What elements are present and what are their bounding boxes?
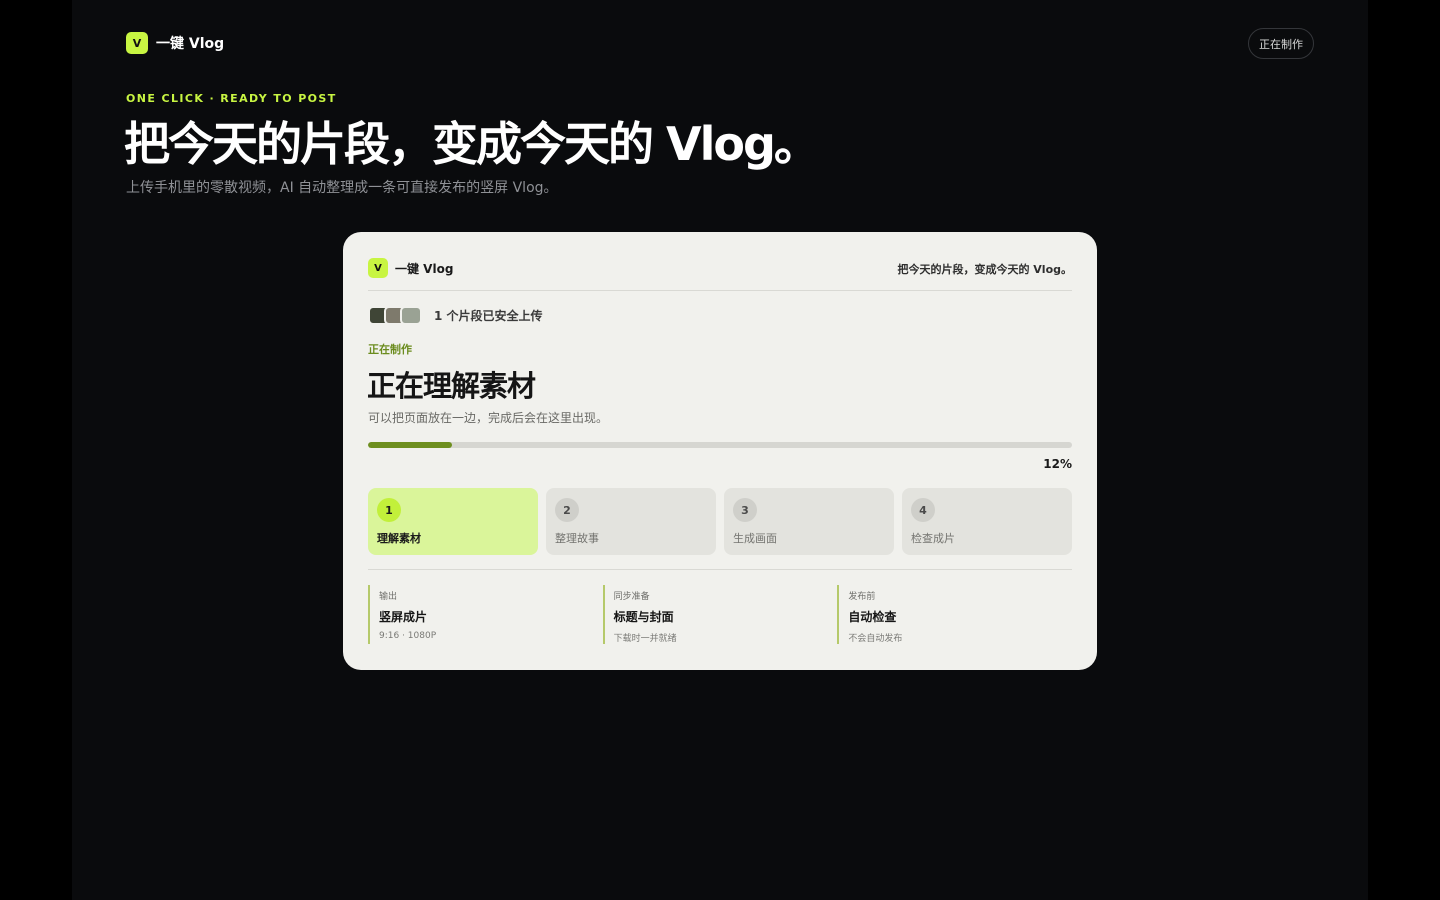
- status-button[interactable]: 正在制作: [1248, 28, 1314, 59]
- page: V 一键 Vlog 正在制作 ONE CLICK · READY TO POST…: [72, 0, 1368, 900]
- info-item-sync: 同步准备 标题与封面 下载时一并就绪: [602, 585, 838, 644]
- step-label: 生成画面: [733, 532, 777, 545]
- upload-text: 1 个片段已安全上传: [434, 309, 543, 323]
- card-tagline: 把今天的片段，变成今天的 Vlog。: [897, 263, 1072, 276]
- card-logo-mark: V: [368, 258, 388, 278]
- info-kicker: 同步准备: [613, 592, 650, 602]
- card-divider: [368, 569, 1072, 570]
- upload-status: 1 个片段已安全上传: [368, 306, 543, 325]
- step-item: 2 整理故事: [546, 488, 716, 555]
- card-header: V 一键 Vlog 把今天的片段，变成今天的 Vlog。: [368, 258, 1072, 280]
- hero-subtitle: 上传手机里的零散视频，AI 自动整理成一条可直接发布的竖屏 Vlog。: [126, 180, 558, 196]
- clip-thumbnails: [368, 306, 422, 325]
- progress-card: V 一键 Vlog 把今天的片段，变成今天的 Vlog。 1 个片段已安全上传 …: [343, 232, 1097, 670]
- card-divider: [368, 290, 1072, 291]
- info-title: 竖屏成片: [379, 610, 428, 624]
- step-list: 1 理解素材 2 整理故事 3 生成画面 4 检查成片: [368, 488, 1072, 555]
- stage-title: 正在理解素材: [367, 369, 536, 403]
- step-number: 2: [555, 498, 579, 522]
- hero-title: 把今天的片段，变成今天的 Vlog。: [124, 117, 820, 171]
- clip-thumbnail: [400, 306, 422, 325]
- hero-eyebrow: ONE CLICK · READY TO POST: [126, 92, 337, 105]
- info-kicker: 输出: [379, 592, 398, 602]
- step-number: 1: [377, 498, 401, 522]
- brand[interactable]: V 一键 Vlog: [126, 32, 224, 54]
- brand-name: 一键 Vlog: [156, 36, 225, 52]
- stage-hint: 可以把页面放在一边，完成后会在这里出现。: [368, 411, 609, 425]
- progress-percent: 12%: [1043, 457, 1072, 471]
- info-note: 9:16 · 1080P: [379, 631, 437, 641]
- step-label: 整理故事: [555, 532, 599, 545]
- card-brand-name: 一键 Vlog: [395, 261, 454, 276]
- info-title: 自动检查: [848, 610, 897, 624]
- info-kicker: 发布前: [848, 592, 876, 602]
- step-number: 3: [733, 498, 757, 522]
- progress-bar: [368, 442, 1072, 448]
- info-note: 下载时一并就绪: [613, 634, 677, 644]
- logo-mark: V: [126, 32, 148, 54]
- stage-label: 正在制作: [368, 343, 412, 356]
- step-label: 检查成片: [911, 532, 955, 545]
- step-item: 3 生成画面: [724, 488, 894, 555]
- step-label: 理解素材: [377, 532, 421, 545]
- info-item-prepublish: 发布前 自动检查 不会自动发布: [837, 585, 1072, 644]
- step-number: 4: [911, 498, 935, 522]
- info-title: 标题与封面: [613, 610, 674, 624]
- info-item-output: 输出 竖屏成片 9:16 · 1080P: [368, 585, 603, 644]
- step-item: 4 检查成片: [902, 488, 1072, 555]
- step-item: 1 理解素材: [368, 488, 538, 555]
- info-note: 不会自动发布: [848, 634, 903, 644]
- output-info: 输出 竖屏成片 9:16 · 1080P 同步准备 标题与封面 下载时一并就绪 …: [368, 585, 1072, 644]
- card-brand: V 一键 Vlog: [368, 258, 453, 278]
- progress-fill: [368, 442, 453, 448]
